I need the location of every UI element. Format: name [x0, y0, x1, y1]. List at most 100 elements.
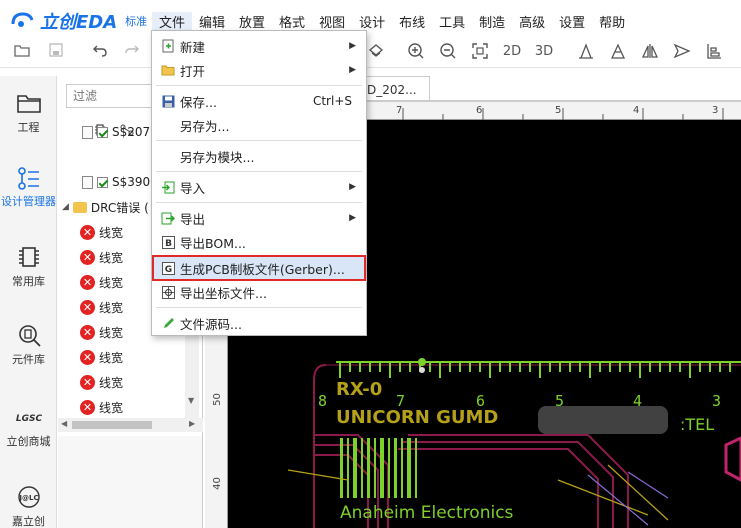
panel-horizontal-scrollbar[interactable]: ◀ ▶	[58, 418, 203, 432]
filter-input[interactable]	[66, 84, 154, 108]
menu-item-file-source[interactable]: 文件源码...	[152, 311, 366, 335]
menu-separator	[156, 171, 362, 172]
drc-error-label: 线宽	[99, 250, 124, 265]
menu-help[interactable]: 帮助	[592, 12, 632, 31]
nav-jlc[interactable]: J@LC 嘉立创	[0, 484, 57, 528]
fit-view-icon[interactable]	[470, 42, 490, 62]
error-icon: ✕	[80, 349, 95, 365]
menu-item-export-coordinates[interactable]: 导出坐标文件...	[152, 280, 366, 304]
scroll-left-arrow-icon[interactable]: ◀	[61, 419, 67, 428]
left-nav: 工程 设计管理器 常用库 元件库 LGSC 立创商城 J@LC 嘉立创	[0, 76, 57, 528]
jlc-logo-icon: J@LC	[17, 486, 40, 508]
chip-icon	[18, 247, 39, 267]
save-icon[interactable]	[46, 42, 66, 62]
scale-digit: 3	[712, 392, 721, 410]
bom-icon: B	[160, 234, 176, 250]
visibility-checkbox[interactable]	[97, 126, 108, 138]
align-icon[interactable]	[576, 42, 596, 62]
ruler-top-label: 5	[555, 105, 562, 116]
project-folder-icon	[16, 95, 41, 113]
align-icon[interactable]	[608, 42, 628, 62]
menu-view[interactable]: 视图	[312, 12, 352, 31]
scale-digit: 8	[318, 392, 327, 410]
silk-label-name: UNICORN GUMD	[336, 407, 498, 428]
menu-tools[interactable]: 工具	[432, 12, 472, 31]
svg-text:B: B	[165, 239, 172, 249]
save-icon	[160, 93, 176, 109]
folder-icon[interactable]	[12, 42, 32, 62]
ruler-left-label: 40	[211, 477, 223, 490]
zoom-out-icon[interactable]	[438, 42, 458, 62]
menu-file[interactable]: 文件	[152, 12, 193, 31]
zoom-in-icon[interactable]	[406, 42, 426, 62]
menu-item-label: 另存为模块...	[180, 149, 255, 165]
redo-icon[interactable]	[122, 42, 142, 62]
nav-component-library-label: 元件库	[12, 353, 45, 366]
nav-project-label: 工程	[17, 121, 40, 134]
error-icon: ✕	[80, 374, 95, 390]
drc-error-item[interactable]: ✕ 线宽	[80, 395, 123, 419]
scroll-right-arrow-icon[interactable]: ▶	[189, 419, 195, 428]
scrollbar-thumb[interactable]	[72, 421, 152, 429]
nav-lcsc-mall[interactable]: LGSC 立创商城	[0, 404, 57, 449]
menu-route[interactable]: 布线	[392, 12, 432, 31]
drc-error-item[interactable]: ✕ 线宽	[80, 245, 123, 269]
nav-project[interactable]: 工程	[0, 90, 57, 135]
menu-item-generate-gerber[interactable]: G 生成PCB制板文件(Gerber)...	[152, 255, 366, 281]
silk-label-company: Anaheim Electronics	[340, 503, 514, 523]
svg-text:LGSC: LGSC	[16, 414, 42, 424]
layer-icon[interactable]	[366, 42, 386, 62]
menu-item-save[interactable]: 保存... Ctrl+S	[152, 89, 366, 113]
align-left-icon[interactable]	[704, 42, 724, 62]
menu-item-import[interactable]: 导入 ▶	[152, 175, 366, 199]
tree-item-footprint[interactable]: S$3900	[82, 170, 158, 194]
drc-error-item[interactable]: ✕ 线宽	[80, 370, 123, 394]
menu-item-open[interactable]: 打开 ▶	[152, 58, 366, 82]
menu-item-label: 导出坐标文件...	[180, 285, 267, 301]
ruler-left-label: 50	[211, 393, 223, 406]
menu-item-label: 保存...	[180, 94, 217, 110]
error-icon: ✕	[80, 249, 95, 265]
visibility-checkbox[interactable]	[97, 176, 108, 188]
drc-error-label: 线宽	[99, 275, 124, 290]
view-3d-button[interactable]: 3D	[532, 42, 556, 62]
drc-error-item[interactable]: ✕ 线宽	[80, 220, 123, 244]
drc-error-item[interactable]: ✕ 线宽	[80, 270, 123, 294]
menu-bar: 立创EDA 标准 文件 编辑 放置 格式 视图 设计 布线 工具 制造 高级 设…	[0, 0, 741, 40]
menu-separator	[156, 307, 362, 308]
nav-common-library-label: 常用库	[12, 275, 45, 288]
menu-item-export-bom[interactable]: B 导出BOM...	[152, 230, 366, 254]
drc-error-item[interactable]: ✕ 线宽	[80, 320, 123, 344]
nav-common-library[interactable]: 常用库	[0, 244, 57, 289]
tree-folder-drc-errors[interactable]: ◢ DRC错误 (	[62, 195, 149, 219]
nav-design-manager[interactable]: 设计管理器	[0, 166, 57, 208]
collapse-arrow-icon[interactable]: ◢	[62, 202, 69, 212]
menu-settings[interactable]: 设置	[552, 12, 592, 31]
menu-item-label: 导入	[180, 180, 206, 196]
menu-item-save-as-module[interactable]: 另存为模块...	[152, 144, 366, 168]
menu-advanced[interactable]: 高级	[512, 12, 552, 31]
menu-item-label: 文件源码...	[180, 316, 242, 332]
menu-item-export[interactable]: 导出 ▶	[152, 206, 366, 230]
menu-items: 文件 编辑 放置 格式 视图 设计 布线 工具 制造 高级 设置 帮助	[152, 12, 632, 31]
menu-design[interactable]: 设计	[352, 12, 392, 31]
menu-fabrication[interactable]: 制造	[472, 12, 512, 31]
tree-item-footprint[interactable]: S$2072	[82, 120, 158, 144]
drc-error-item[interactable]: ✕ 线宽	[80, 345, 123, 369]
menu-format[interactable]: 格式	[272, 12, 312, 31]
menu-item-save-as[interactable]: 另存为...	[152, 113, 366, 137]
nav-component-library[interactable]: 元件库	[0, 322, 57, 367]
view-2d-button[interactable]: 2D	[500, 42, 524, 62]
flip-icon[interactable]	[640, 42, 660, 62]
silk-label-model: RX-0	[336, 379, 382, 400]
undo-icon[interactable]	[90, 42, 110, 62]
menu-edit[interactable]: 编辑	[192, 12, 232, 31]
scroll-down-arrow-icon[interactable]: ▼	[188, 396, 194, 405]
menu-place[interactable]: 放置	[232, 12, 272, 31]
submenu-arrow-icon: ▶	[349, 213, 356, 223]
document-tab[interactable]: D_202...	[360, 76, 430, 102]
menu-item-new[interactable]: 新建 ▶	[152, 34, 366, 58]
send-icon[interactable]	[672, 42, 692, 62]
drc-error-item[interactable]: ✕ 线宽	[80, 295, 123, 319]
menu-item-label: 新建	[180, 39, 206, 55]
